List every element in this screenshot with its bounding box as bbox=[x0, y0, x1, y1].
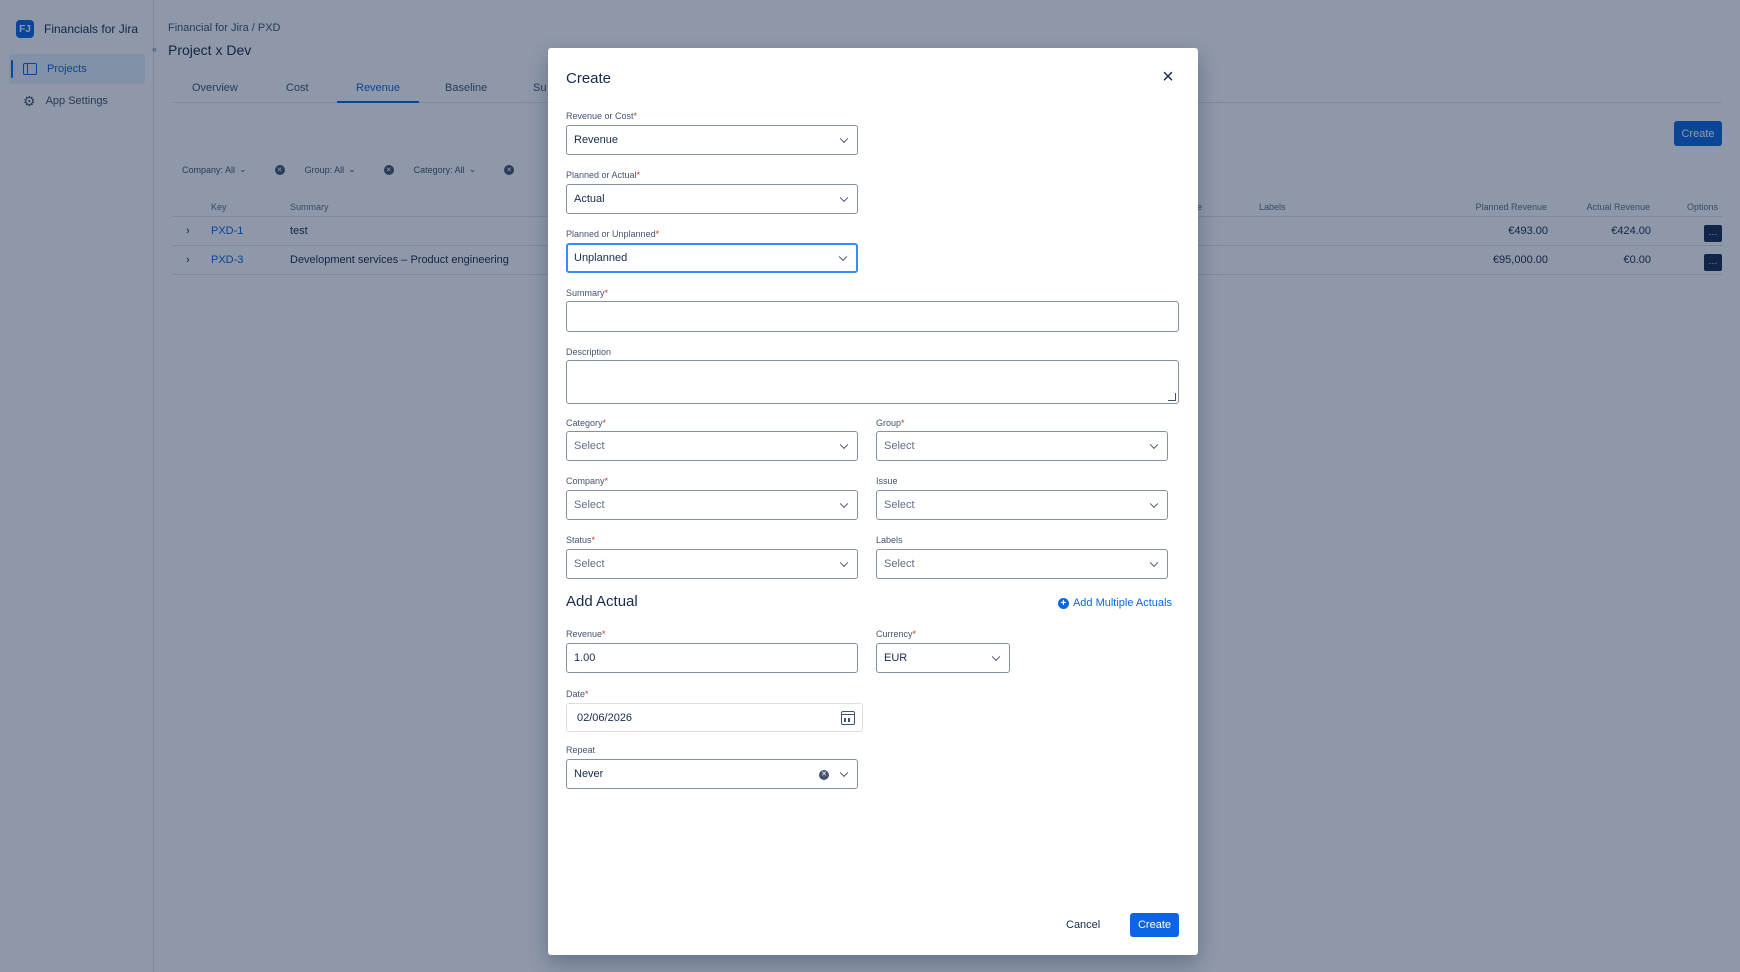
group-label: Group* bbox=[876, 418, 905, 428]
description-label: Description bbox=[566, 347, 612, 357]
date-label: Date* bbox=[566, 689, 589, 699]
create-submit-button[interactable]: Create bbox=[1130, 913, 1179, 937]
company-select[interactable]: Select bbox=[566, 490, 858, 520]
status-select[interactable]: Select bbox=[566, 549, 858, 579]
revenue-label: Revenue* bbox=[566, 629, 606, 639]
chevron-down-icon bbox=[839, 193, 849, 203]
date-picker[interactable]: 02/06/2026 bbox=[566, 703, 863, 732]
company-label: Company* bbox=[566, 476, 609, 486]
description-textarea[interactable] bbox=[566, 360, 1179, 404]
issue-label: Issue bbox=[876, 476, 898, 486]
planned-or-unplanned-label: Planned or Unplanned* bbox=[566, 229, 660, 239]
close-icon[interactable]: × bbox=[1158, 67, 1178, 88]
chevron-down-icon bbox=[1149, 558, 1159, 568]
labels-select[interactable]: Select bbox=[876, 549, 1168, 579]
chevron-down-icon bbox=[991, 652, 1001, 662]
calendar-icon[interactable] bbox=[841, 711, 855, 725]
add-multiple-actuals-link[interactable]: + Add Multiple Actuals bbox=[1057, 597, 1172, 609]
category-select[interactable]: Select bbox=[566, 431, 858, 461]
planned-or-unplanned-select[interactable]: Unplanned bbox=[566, 243, 858, 273]
chevron-down-icon bbox=[839, 558, 849, 568]
repeat-select[interactable]: Never ✕ bbox=[566, 759, 858, 789]
revenue-or-cost-select[interactable]: Revenue bbox=[566, 125, 858, 155]
currency-label: Currency* bbox=[876, 629, 917, 639]
chevron-down-icon bbox=[1149, 440, 1159, 450]
resize-handle-icon[interactable] bbox=[1168, 393, 1176, 401]
planned-or-actual-select[interactable]: Actual bbox=[566, 184, 858, 214]
chevron-down-icon bbox=[839, 134, 849, 144]
category-label: Category* bbox=[566, 418, 607, 428]
issue-select[interactable]: Select bbox=[876, 490, 1168, 520]
group-select[interactable]: Select bbox=[876, 431, 1168, 461]
summary-input[interactable] bbox=[566, 301, 1179, 332]
currency-select[interactable]: EUR bbox=[876, 643, 1010, 673]
clear-icon[interactable]: ✕ bbox=[819, 770, 829, 780]
add-actual-heading: Add Actual bbox=[566, 593, 638, 610]
revenue-amount-input[interactable]: 1.00 bbox=[566, 643, 858, 673]
chevron-down-icon bbox=[838, 252, 848, 262]
summary-label: Summary* bbox=[566, 288, 609, 298]
repeat-label: Repeat bbox=[566, 745, 596, 755]
plus-circle-icon: + bbox=[1057, 597, 1069, 609]
cancel-button[interactable]: Cancel bbox=[1066, 913, 1100, 937]
dialog-title: Create bbox=[566, 70, 612, 87]
chevron-down-icon bbox=[839, 499, 849, 509]
chevron-down-icon bbox=[839, 768, 849, 778]
labels-label: Labels bbox=[876, 535, 903, 545]
chevron-down-icon bbox=[1149, 499, 1159, 509]
chevron-down-icon bbox=[839, 440, 849, 450]
revenue-or-cost-label: Revenue or Cost* bbox=[566, 111, 638, 121]
create-dialog: Create × Revenue or Cost* Revenue Planne… bbox=[548, 48, 1198, 955]
status-label: Status* bbox=[566, 535, 596, 545]
planned-or-actual-label: Planned or Actual* bbox=[566, 170, 641, 180]
